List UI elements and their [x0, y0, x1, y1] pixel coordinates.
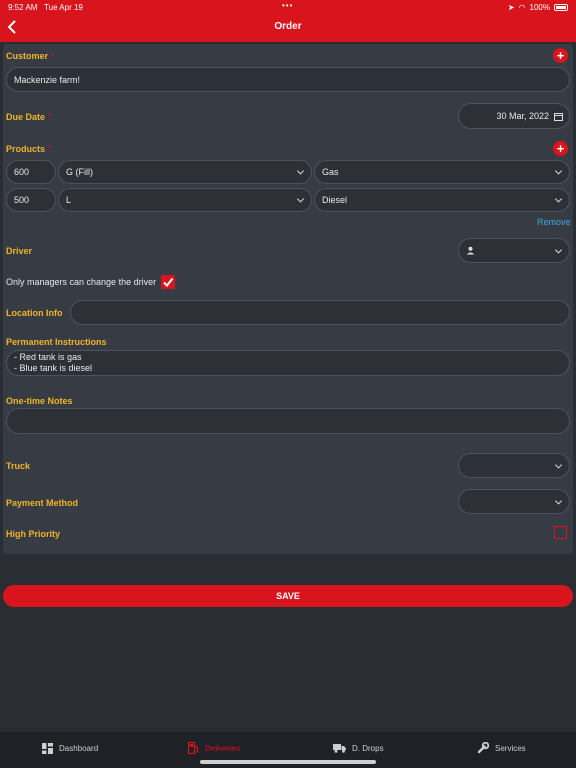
- payment-method-label: Payment Method: [6, 498, 79, 508]
- chevron-down-icon: [296, 167, 305, 175]
- chevron-down-icon: [554, 245, 563, 254]
- high-priority-label: High Priority: [6, 529, 61, 539]
- truck-icon: [333, 744, 346, 753]
- chevron-down-icon: [554, 460, 563, 469]
- wifi-icon: ◠: [518, 3, 526, 12]
- product-qty-input[interactable]: 500: [6, 188, 56, 212]
- customer-label: Customer *: [6, 51, 55, 61]
- add-product-button[interactable]: +: [553, 141, 568, 156]
- status-time: 9:52 AM Tue Apr 19: [8, 3, 83, 12]
- due-date-label: Due Date *: [6, 112, 52, 122]
- location-icon: ➤: [507, 3, 515, 12]
- driver-select[interactable]: [458, 238, 570, 263]
- one-time-notes-label: One-time Notes: [6, 396, 73, 406]
- customer-field[interactable]: Mackenzie farm!: [6, 67, 570, 92]
- managers-note: Only managers can change the driver: [6, 277, 157, 287]
- location-info-label: Location Info: [6, 308, 63, 318]
- fuel-pump-icon: [188, 742, 199, 754]
- add-customer-button[interactable]: +: [553, 48, 568, 63]
- app-header: 9:52 AM Tue Apr 19 ••• ➤ ◠ 100% Order: [0, 0, 576, 42]
- dashboard-icon: [42, 742, 53, 754]
- products-label: Products *: [6, 144, 52, 154]
- product-type-select[interactable]: Gas: [314, 160, 570, 184]
- save-button[interactable]: SAVE: [3, 585, 573, 607]
- product-unit-select[interactable]: L: [58, 188, 312, 212]
- remove-product-link[interactable]: Remove: [537, 217, 571, 227]
- due-date-field[interactable]: 30 Mar, 2022: [458, 103, 570, 129]
- truck-label: Truck: [6, 461, 31, 471]
- home-indicator[interactable]: [200, 760, 376, 764]
- tab-deliveries[interactable]: Deliveries: [188, 740, 240, 756]
- permanent-instructions-textarea[interactable]: - Red tank is gas - Blue tank is diesel: [6, 350, 570, 376]
- location-info-input[interactable]: [70, 300, 570, 325]
- managers-checkbox[interactable]: [161, 275, 175, 289]
- page-title: Order: [274, 21, 302, 32]
- one-time-notes-textarea[interactable]: [6, 408, 570, 434]
- tab-label: Dashboard: [59, 743, 99, 753]
- permanent-instructions-label: Permanent Instructions: [6, 337, 107, 347]
- battery-icon: [554, 4, 568, 11]
- high-priority-checkbox[interactable]: [554, 526, 567, 539]
- tab-dashboard[interactable]: Dashboard: [42, 740, 98, 756]
- chevron-down-icon: [296, 195, 305, 203]
- person-icon: [466, 246, 475, 255]
- tab-label: Deliveries: [205, 743, 241, 753]
- calendar-icon: [554, 113, 563, 121]
- tab-services[interactable]: Services: [477, 740, 526, 756]
- chevron-down-icon: [554, 195, 563, 203]
- status-indicators: ➤ ◠ 100%: [508, 3, 568, 12]
- checkmark-icon: [163, 277, 174, 288]
- truck-select[interactable]: [458, 453, 570, 478]
- product-qty-input[interactable]: 600: [6, 160, 56, 184]
- tab-label: Services: [495, 743, 526, 753]
- chevron-down-icon: [554, 496, 563, 505]
- chevron-down-icon: [554, 167, 563, 175]
- product-type-select[interactable]: Diesel: [314, 188, 570, 212]
- wrench-icon: [477, 742, 489, 754]
- payment-method-select[interactable]: [458, 489, 570, 514]
- multitask-dots: •••: [282, 1, 294, 10]
- battery-percent: 100%: [529, 3, 550, 12]
- tab-d-drops[interactable]: D. Drops: [333, 740, 384, 756]
- tab-label: D. Drops: [352, 743, 384, 753]
- product-unit-select[interactable]: G (Fill): [58, 160, 312, 184]
- driver-label: Driver: [6, 246, 33, 256]
